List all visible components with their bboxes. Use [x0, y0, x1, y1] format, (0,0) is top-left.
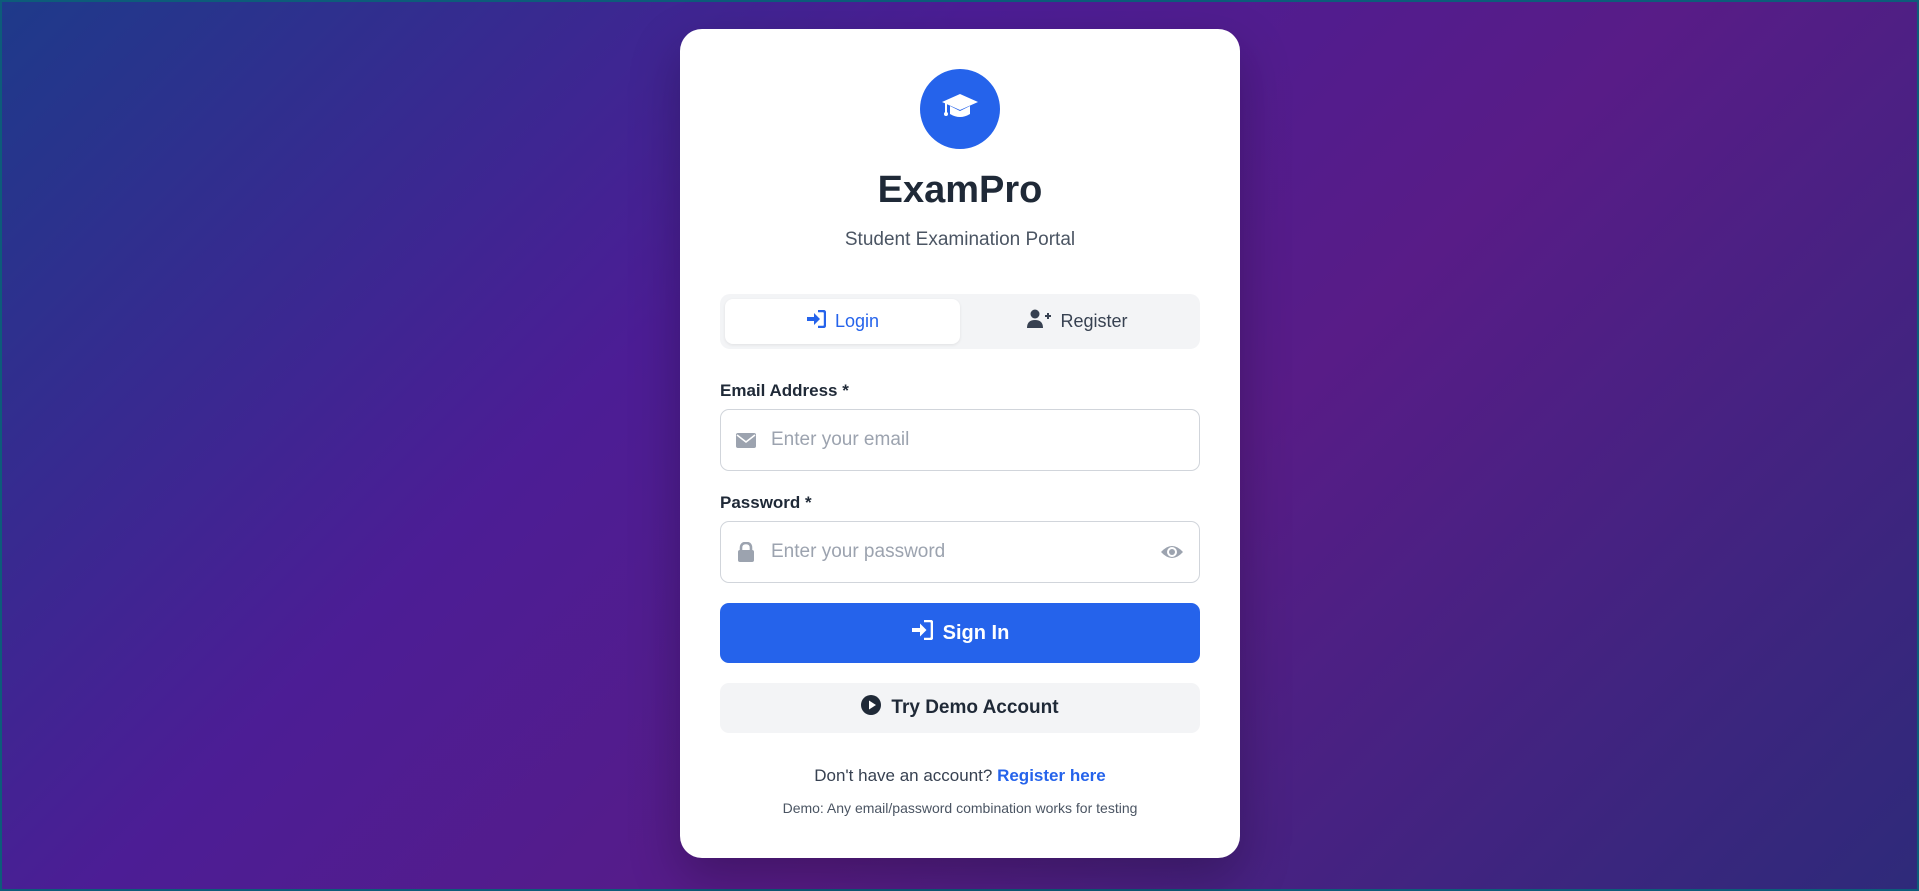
password-input[interactable]	[771, 522, 1145, 582]
envelope-icon	[721, 432, 771, 448]
demo-account-label: Try Demo Account	[891, 697, 1059, 718]
lock-icon	[721, 542, 771, 562]
graduation-cap-icon	[941, 92, 979, 127]
demo-note: Demo: Any email/password combination wor…	[782, 800, 1138, 816]
play-circle-icon	[861, 695, 882, 721]
demo-account-button[interactable]: Try Demo Account	[720, 683, 1200, 733]
app-title: ExamPro	[877, 169, 1043, 211]
email-input[interactable]	[771, 410, 1199, 470]
logo	[920, 69, 1000, 149]
email-label: Email Address *	[720, 381, 849, 400]
sign-in-label: Sign In	[942, 621, 1010, 644]
sign-in-button[interactable]: Sign In	[720, 603, 1200, 663]
tab-register[interactable]: Register	[960, 299, 1195, 344]
tab-login-label: Login	[834, 311, 880, 331]
tab-login[interactable]: Login	[725, 299, 960, 344]
eye-icon[interactable]	[1145, 543, 1199, 561]
password-field[interactable]	[720, 521, 1200, 583]
register-prompt-text: Don't have an account?	[814, 766, 993, 785]
password-label: Password *	[720, 493, 812, 512]
app-subtitle: Student Examination Portal	[844, 229, 1076, 250]
email-field[interactable]	[720, 409, 1200, 471]
auth-tabs: Login Register	[720, 294, 1200, 349]
sign-in-icon	[806, 309, 827, 333]
register-prompt: Don't have an account? Register here	[680, 766, 1240, 786]
login-card: ExamPro Student Examination Portal Login	[680, 29, 1240, 858]
register-link[interactable]: Register here	[997, 766, 1106, 785]
sign-in-icon	[911, 619, 933, 646]
user-plus-icon	[1027, 309, 1052, 334]
tab-register-label: Register	[1060, 311, 1128, 331]
